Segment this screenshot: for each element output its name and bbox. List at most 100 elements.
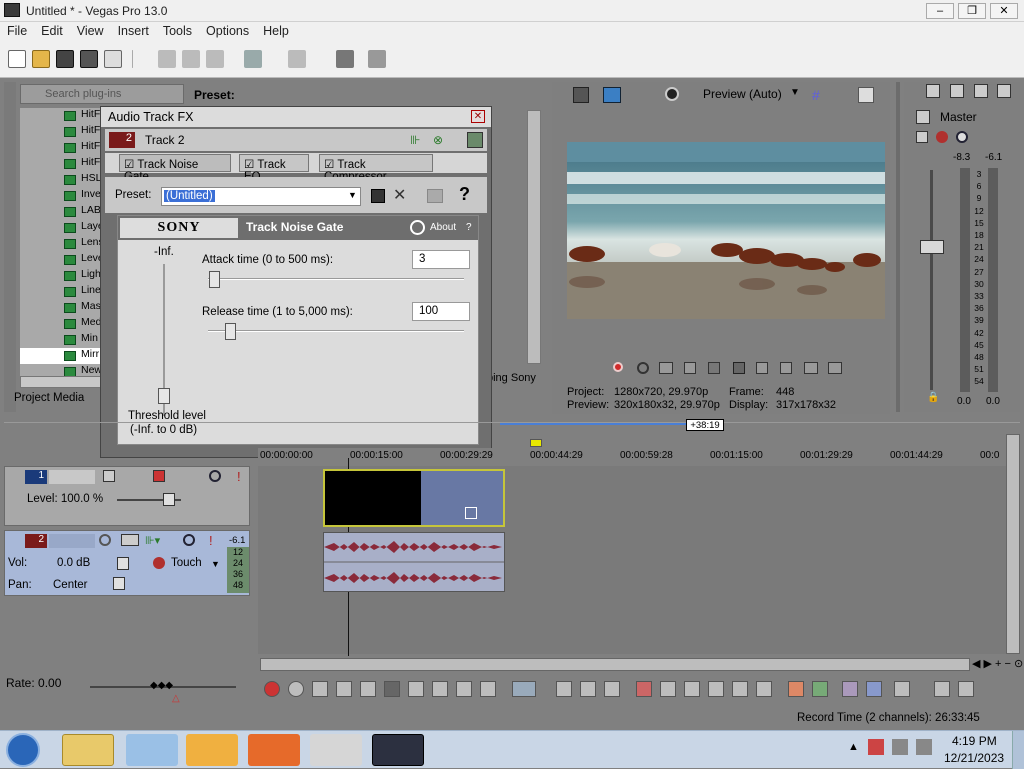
plugin-list-hscrollbar[interactable]	[20, 376, 102, 388]
tab-project-media[interactable]: Project Media	[14, 392, 84, 404]
bypass-icon[interactable]	[410, 220, 425, 235]
insert-marker-icon[interactable]	[788, 681, 804, 697]
level-slider-thumb[interactable]	[163, 493, 175, 506]
open-icon[interactable]	[32, 50, 50, 68]
chevron-down-icon[interactable]: ▼	[790, 87, 800, 98]
master-dim-icon[interactable]	[997, 84, 1011, 98]
zoom-buttons[interactable]: ◀ ▶ + − ⊙	[972, 657, 1023, 670]
release-input[interactable]: 100	[412, 302, 470, 321]
chevron-down-icon[interactable]: ▼	[211, 559, 220, 569]
stop-button[interactable]	[384, 681, 400, 697]
play-button[interactable]	[684, 362, 696, 374]
attack-slider-track[interactable]	[208, 278, 464, 280]
mute-icon[interactable]	[209, 470, 221, 482]
trim-icon[interactable]	[660, 681, 676, 697]
play-button[interactable]	[336, 681, 352, 697]
external-monitor-icon[interactable]	[603, 87, 621, 103]
list-item[interactable]: Med	[20, 316, 102, 332]
plugin-manager-icon[interactable]	[467, 132, 483, 148]
go-to-end-button[interactable]	[432, 681, 448, 697]
solo-icon[interactable]: !	[237, 469, 241, 484]
lock-icon[interactable]	[756, 681, 772, 697]
timeline-vscrollbar[interactable]	[1006, 434, 1020, 654]
copy-snapshot-icon[interactable]	[858, 87, 874, 103]
plugin-chain-icon[interactable]: ⊪	[410, 133, 426, 147]
insert-region-icon[interactable]	[812, 681, 828, 697]
save-as-icon[interactable]	[80, 50, 98, 68]
track-fx-icon[interactable]: ⊪▾	[145, 534, 160, 547]
preset-dropdown[interactable]: (Untitled) ▼	[161, 187, 361, 206]
menu-view[interactable]: View	[70, 22, 111, 38]
list-item[interactable]: HitF	[20, 108, 102, 124]
previous-frame-button[interactable]	[456, 681, 472, 697]
audio-track-header[interactable]: 2 ⊪▾ ! -6.1 Vol: 0.0 dB Touch ▼ Pan: Cen…	[4, 530, 250, 596]
split-icon[interactable]	[732, 681, 748, 697]
loop-playback-button[interactable]	[288, 681, 304, 697]
list-item[interactable]: Laye	[20, 220, 102, 236]
compositing-mode-icon[interactable]	[103, 470, 115, 482]
rate-slider-thumb[interactable]: ◆◆◆	[150, 680, 173, 691]
trim-end-icon[interactable]	[708, 681, 724, 697]
record-button[interactable]	[264, 681, 280, 697]
checkbox-checked-icon[interactable]: ☑	[124, 159, 134, 171]
attack-slider-thumb[interactable]	[209, 271, 220, 288]
delete-icon[interactable]	[636, 681, 652, 697]
list-item[interactable]: LAB	[20, 204, 102, 220]
automation-icon[interactable]	[153, 557, 165, 569]
play-from-start-button[interactable]	[312, 681, 328, 697]
media-player-icon[interactable]	[186, 734, 238, 766]
list-item[interactable]: Inve	[20, 188, 102, 204]
loop-playback-button[interactable]	[637, 362, 649, 374]
tab-track-compressor[interactable]: ☑ Track Compressor	[319, 154, 433, 183]
list-item[interactable]: Leve	[20, 252, 102, 268]
menu-tools[interactable]: Tools	[156, 22, 199, 38]
ignore-event-grouping-icon[interactable]	[958, 681, 974, 697]
preset-value[interactable]: (Untitled)	[164, 190, 215, 202]
close-button[interactable]: ✕	[990, 3, 1018, 19]
new-icon[interactable]	[8, 50, 26, 68]
zoom-edit-tool[interactable]	[604, 681, 620, 697]
track-name-field[interactable]	[49, 534, 95, 548]
checkbox-checked-icon[interactable]: ☑	[324, 159, 334, 171]
help-icon[interactable]: ?	[459, 184, 470, 205]
attack-input[interactable]: 3	[412, 250, 470, 269]
remove-plugin-icon[interactable]: ⊗	[433, 133, 449, 147]
list-item[interactable]: Min	[20, 332, 102, 348]
track-fx-icon[interactable]	[153, 470, 165, 482]
ripple-edit-icon[interactable]	[894, 681, 910, 697]
master-properties-icon[interactable]	[950, 84, 964, 98]
vegas-taskbar-icon[interactable]	[372, 734, 424, 766]
about-help-icon[interactable]: ?	[466, 222, 472, 233]
volume-icon[interactable]	[916, 739, 932, 755]
go-to-end-button[interactable]	[780, 362, 792, 374]
save-preset-icon[interactable]	[371, 189, 385, 203]
clock-time[interactable]: 4:19 PM	[952, 734, 997, 748]
pan-slider-thumb[interactable]	[113, 577, 125, 590]
threshold-slider-thumb[interactable]	[158, 388, 170, 404]
whats-this-help-icon[interactable]	[368, 50, 386, 68]
pause-button[interactable]	[360, 681, 376, 697]
properties-icon[interactable]	[104, 50, 122, 68]
list-item[interactable]: HitF	[20, 140, 102, 156]
release-slider-thumb[interactable]	[225, 323, 236, 340]
time-ruler[interactable]: 00:00:00:00 00:00:15:00 00:00:29:29 00:0…	[258, 448, 1012, 464]
redo-icon[interactable]	[288, 50, 306, 68]
menu-options[interactable]: Options	[199, 22, 256, 38]
selection-edit-tool[interactable]	[580, 681, 596, 697]
master-fader-thumb[interactable]	[920, 240, 944, 254]
menu-insert[interactable]: Insert	[111, 22, 156, 38]
panel-splitter[interactable]	[896, 82, 900, 412]
list-item[interactable]: Mas	[20, 300, 102, 316]
clock-date[interactable]: 12/21/2023	[944, 751, 1004, 765]
undo-icon[interactable]	[244, 50, 262, 68]
video-clip[interactable]	[323, 469, 505, 527]
master-fx-icon[interactable]	[926, 84, 940, 98]
plugin-vscrollbar[interactable]	[527, 110, 541, 364]
preview-properties-icon[interactable]	[573, 87, 589, 103]
master-mute-icon[interactable]	[956, 131, 968, 143]
trim-start-icon[interactable]	[684, 681, 700, 697]
list-item[interactable]: Lens	[20, 236, 102, 252]
start-button[interactable]	[6, 733, 40, 767]
lock-icon[interactable]: 🔒	[927, 392, 939, 403]
list-item[interactable]: HitF	[20, 124, 102, 140]
